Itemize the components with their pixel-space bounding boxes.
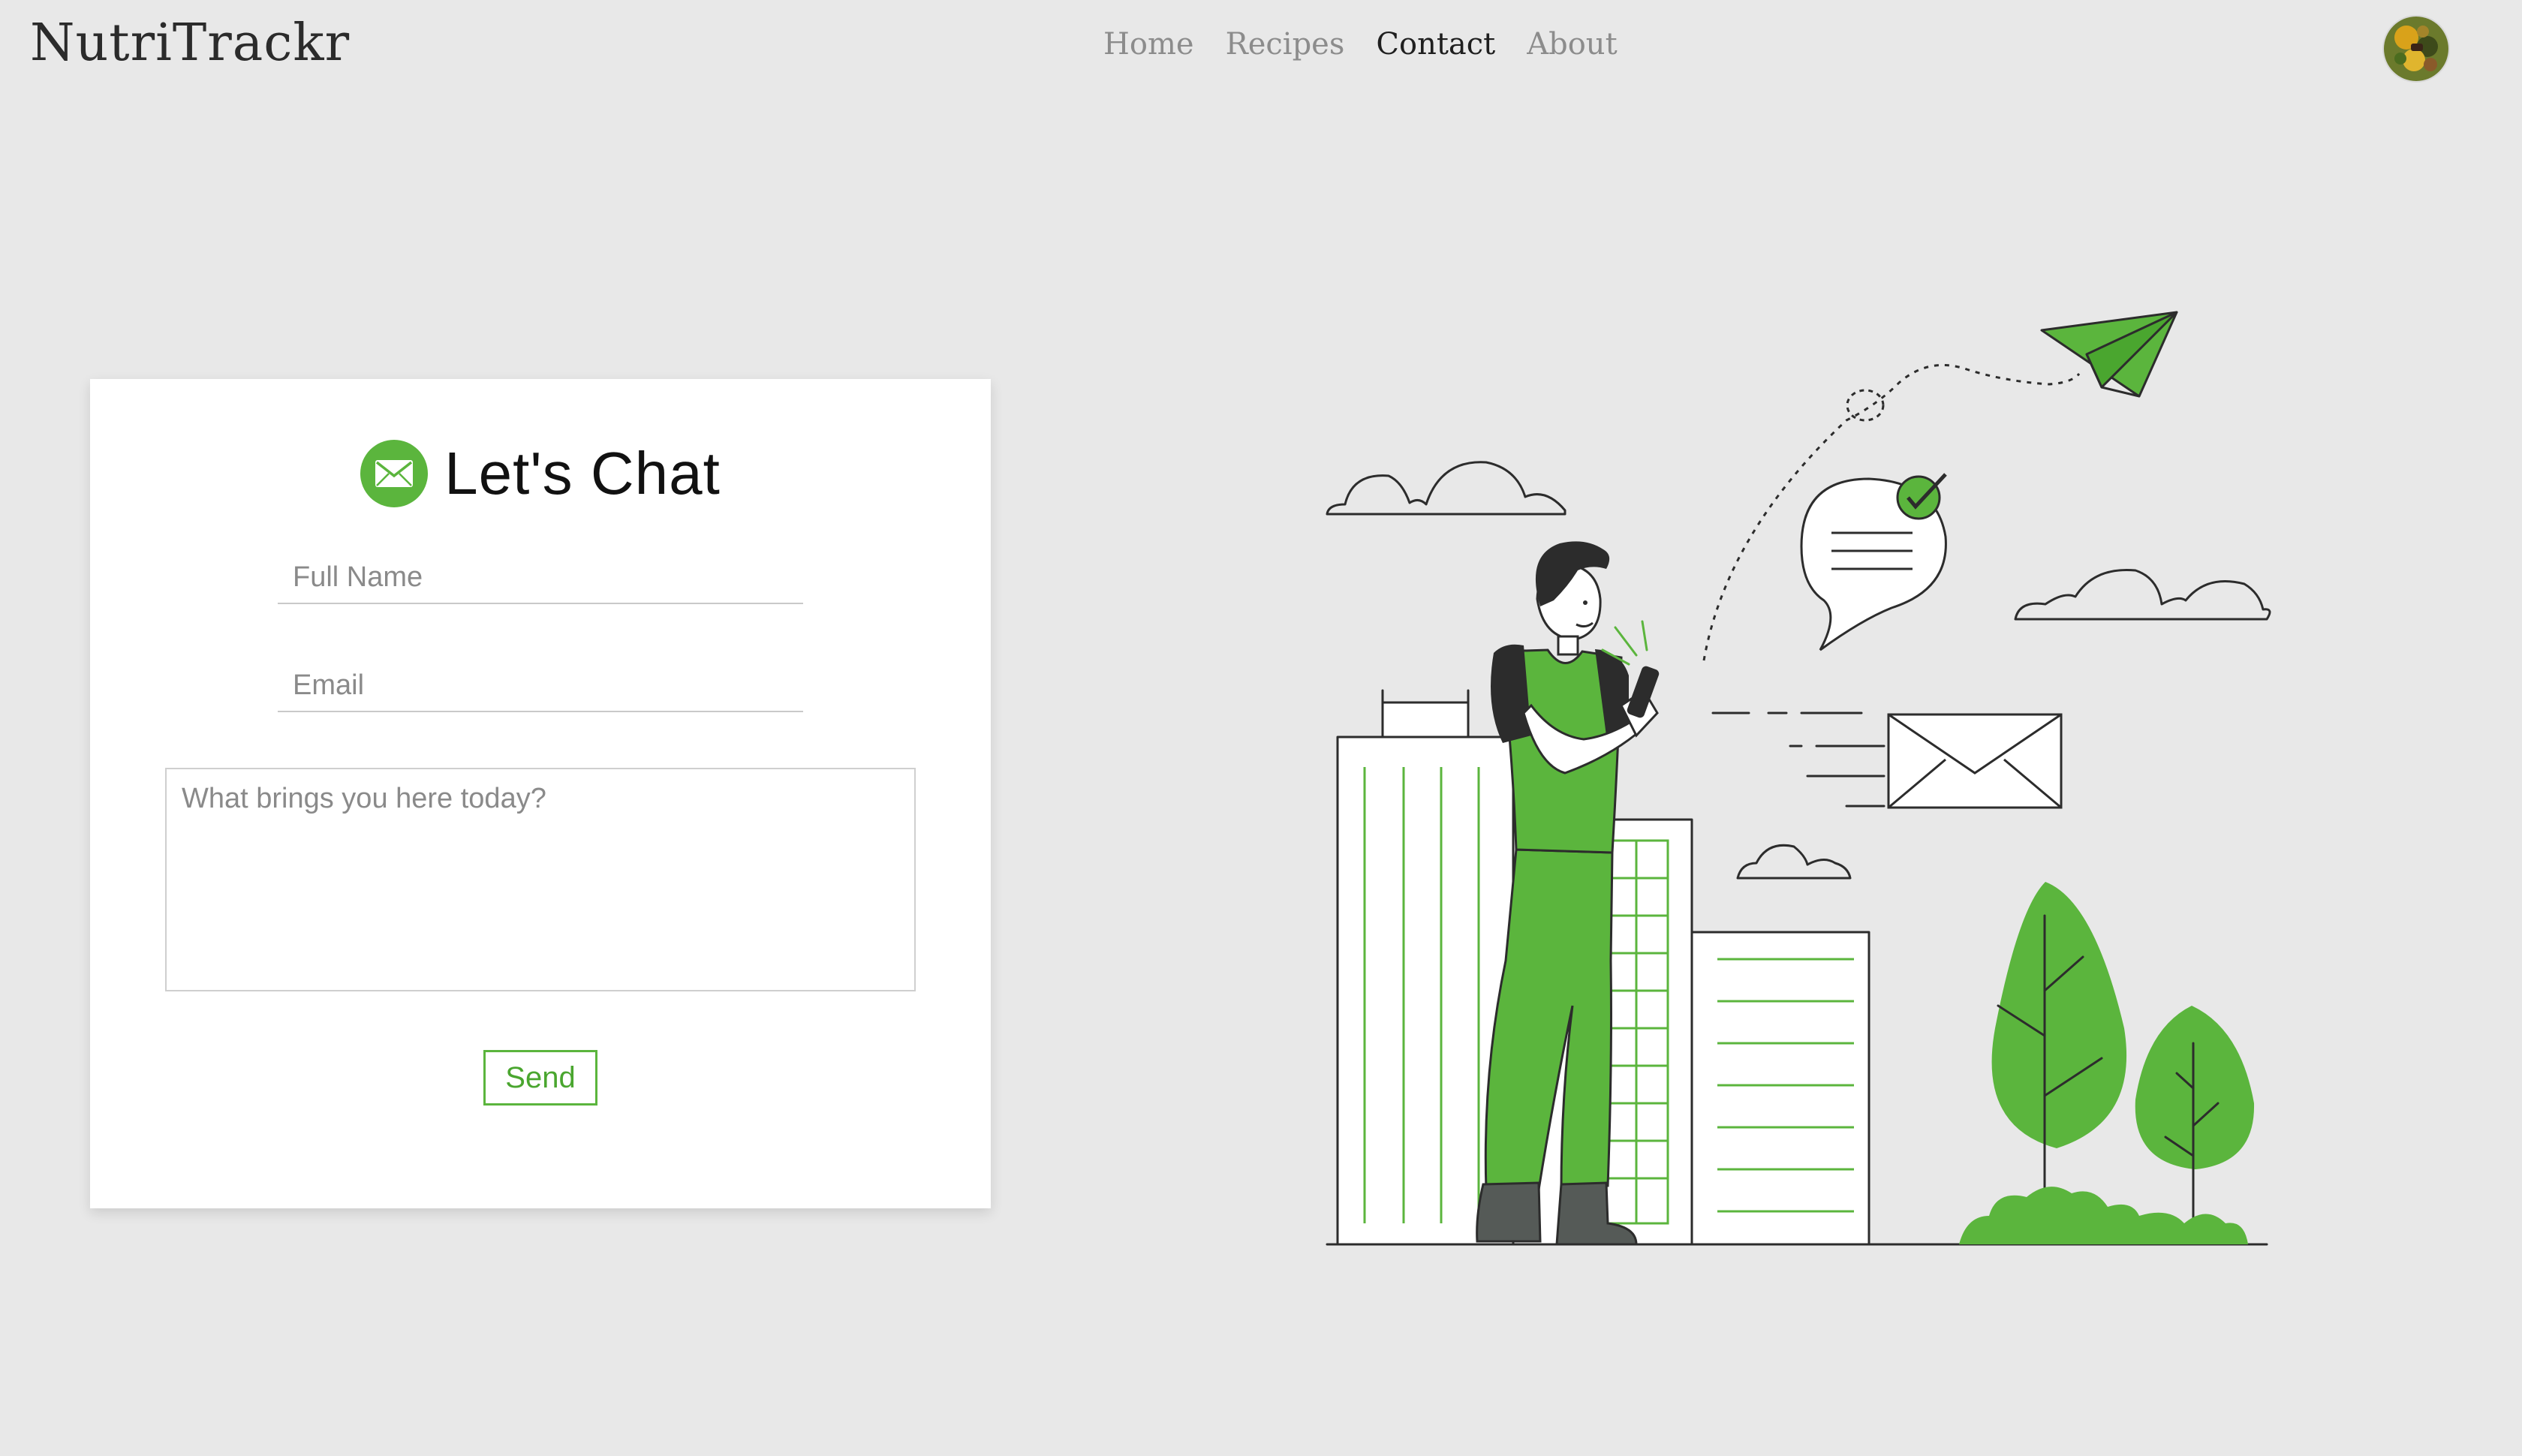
- message-textarea[interactable]: [165, 768, 916, 991]
- cloud-small-icon: [1736, 844, 1852, 880]
- contact-illustration: [1326, 311, 2271, 1246]
- envelope-icon: [360, 440, 429, 507]
- main-nav: Home Recipes Contact About: [1103, 27, 1618, 62]
- avatar[interactable]: [2384, 17, 2448, 81]
- nav-contact[interactable]: Contact: [1376, 27, 1495, 62]
- tree-small-icon: [2135, 1006, 2255, 1234]
- tree-large-icon: [1991, 882, 2127, 1232]
- page-title: Let's Chat: [444, 440, 721, 507]
- speech-bubble-icon: [1800, 473, 1947, 651]
- brand-logo[interactable]: NutriTrackr: [30, 14, 350, 73]
- nav-recipes[interactable]: Recipes: [1226, 27, 1345, 62]
- cloud-right-icon: [2014, 568, 2271, 621]
- bush-icon: [1959, 1187, 2248, 1244]
- card-header: Let's Chat: [90, 439, 991, 508]
- email-field[interactable]: [278, 660, 803, 712]
- cloud-left-icon: [1326, 461, 1566, 516]
- full-name-input[interactable]: [278, 552, 803, 604]
- avatar-food-image: [2384, 17, 2448, 81]
- nav-home[interactable]: Home: [1103, 27, 1194, 62]
- envelope-illustration-icon: [1887, 713, 2063, 809]
- building-left-roof: [1381, 701, 1470, 739]
- contact-card: Let's Chat Send: [90, 379, 991, 1208]
- send-button[interactable]: Send: [483, 1050, 597, 1106]
- nav-about[interactable]: About: [1527, 27, 1617, 62]
- building-right: [1690, 931, 1870, 1246]
